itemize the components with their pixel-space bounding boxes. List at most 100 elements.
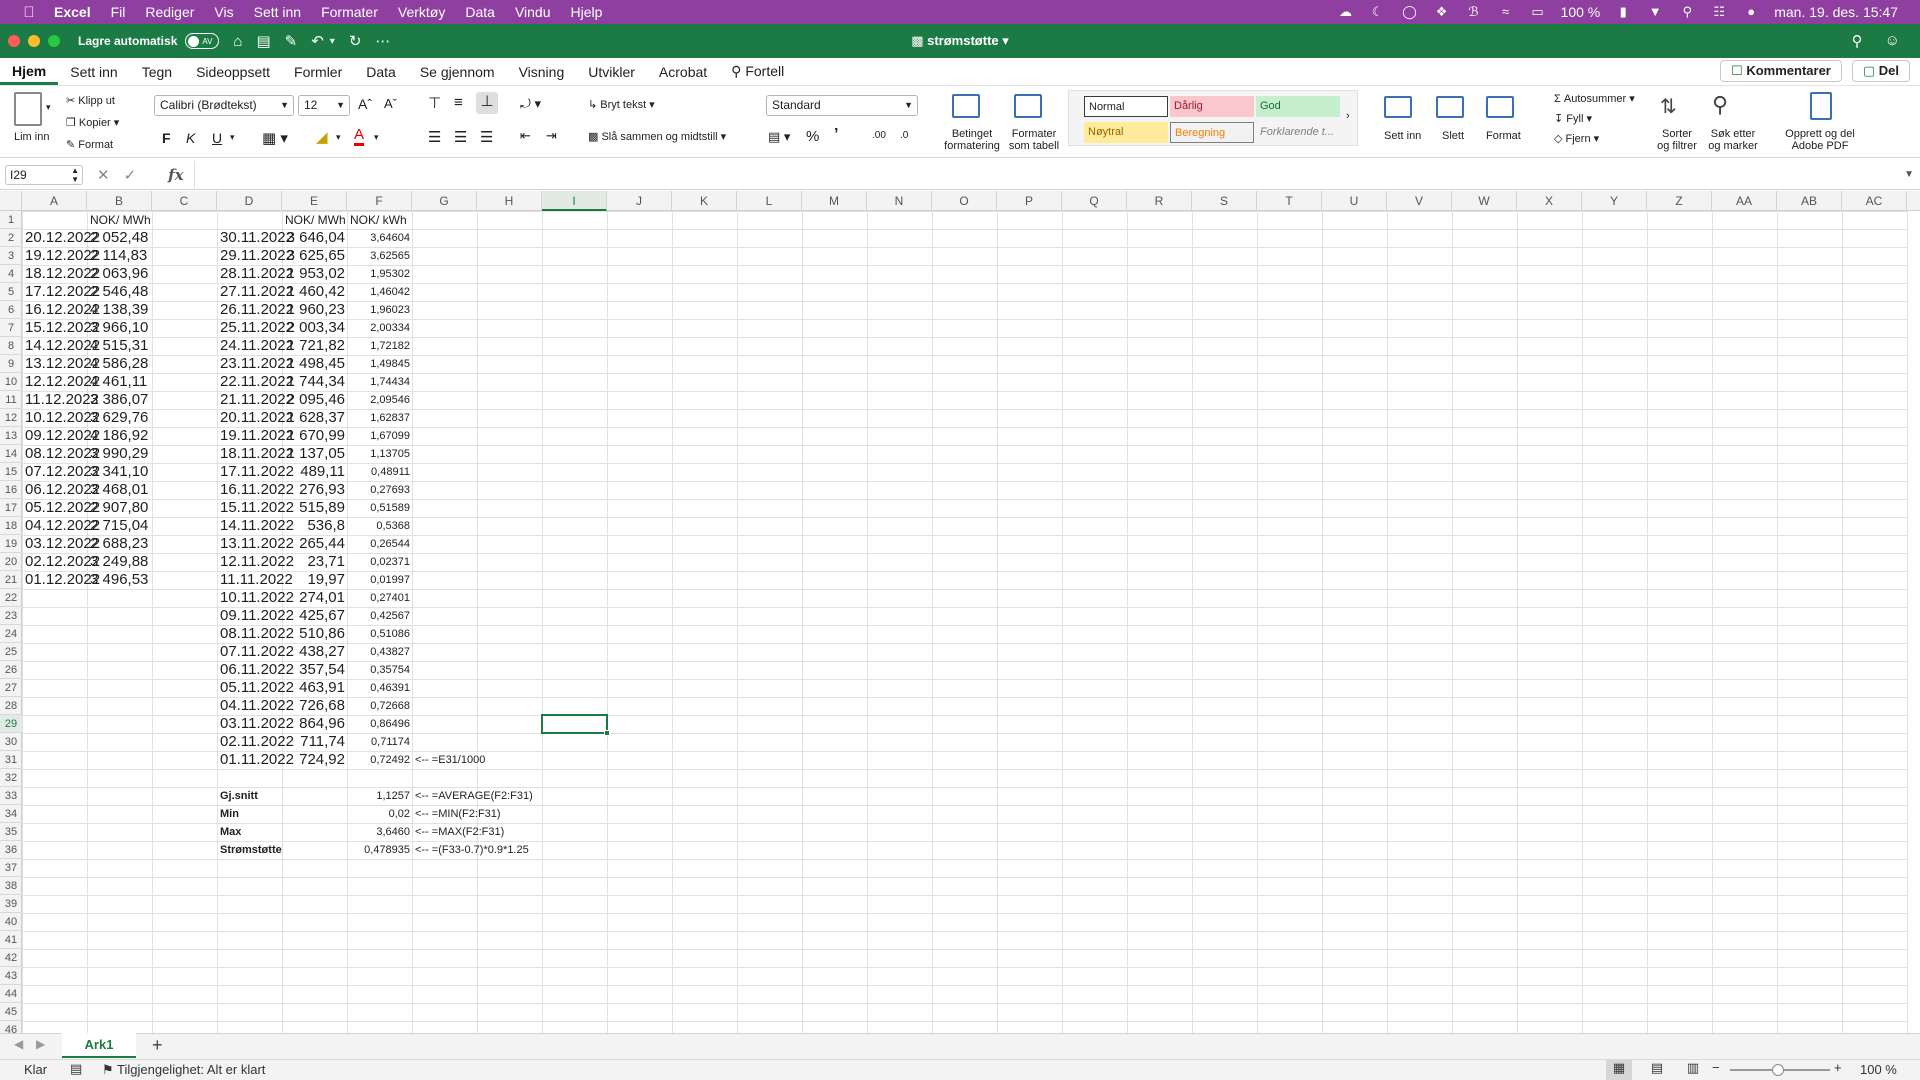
decrease-font-icon[interactable]: Aˇ (384, 96, 397, 111)
autosum-button[interactable]: Σ Autosummer ▾ (1554, 92, 1635, 105)
adobe-pdf-button[interactable]: Opprett og del Adobe PDF (1778, 128, 1862, 152)
prev-sheet-icon[interactable]: ◀ (14, 1037, 23, 1051)
column-header-l[interactable]: L (737, 191, 802, 211)
column-header-h[interactable]: H (477, 191, 542, 211)
kwh-cell[interactable]: 0,51086 (347, 625, 410, 643)
increase-decimal-icon[interactable]: .00 (872, 130, 886, 141)
accounting-format-icon[interactable]: ▤ ▾ (768, 129, 790, 145)
dropbox-icon[interactable]: ❖ (1433, 5, 1451, 19)
selected-cell-i29[interactable] (541, 714, 610, 736)
price-cell[interactable]: 1 744,34 (282, 373, 345, 391)
row-header-7[interactable]: 7 (0, 319, 22, 337)
row-header-26[interactable]: 26 (0, 661, 22, 679)
date-cell[interactable]: 02.12.2022 (25, 553, 100, 571)
column-header-e[interactable]: E (282, 191, 347, 211)
kwh-cell[interactable]: 0,27401 (347, 589, 410, 607)
bluetooth-icon[interactable]: ℬ (1465, 5, 1483, 19)
price-cell[interactable]: 724,92 (282, 751, 345, 769)
add-sheet-button[interactable]: + (152, 1035, 163, 1056)
row-header-8[interactable]: 8 (0, 337, 22, 355)
column-header-s[interactable]: S (1192, 191, 1257, 211)
row-header-25[interactable]: 25 (0, 643, 22, 661)
copy-button[interactable]: ❐ Kopier ▾ (66, 116, 119, 129)
style-calculation[interactable]: Beregning (1170, 122, 1254, 143)
style-explanatory[interactable]: Forklarende t... (1256, 122, 1340, 143)
search-icon[interactable]: ⚲ (1678, 5, 1696, 19)
search-icon[interactable]: ⚲ (1852, 32, 1863, 50)
conditional-formatting-icon[interactable] (952, 94, 980, 118)
price-cell[interactable]: 2 095,46 (282, 391, 345, 409)
align-left-icon[interactable]: ☰ (428, 128, 441, 146)
price-cell[interactable]: 3 249,88 (90, 553, 148, 571)
fill-color-icon[interactable]: ◢ (316, 128, 328, 146)
column-header-aa[interactable]: AA (1712, 191, 1777, 211)
price-cell[interactable]: 1 670,99 (282, 427, 345, 445)
price-cell[interactable]: 711,74 (282, 733, 345, 751)
price-cell[interactable]: 2 063,96 (90, 265, 148, 283)
kwh-cell[interactable]: 0,26544 (347, 535, 410, 553)
row-header-12[interactable]: 12 (0, 409, 22, 427)
kwh-cell[interactable]: 0,02371 (347, 553, 410, 571)
summary-label-cell[interactable]: Max (220, 823, 241, 841)
summary-value-cell[interactable]: 1,1257 (347, 787, 410, 805)
conditional-formatting-button[interactable]: Betinget formatering (942, 128, 1002, 152)
format-as-table-icon[interactable] (1014, 94, 1042, 118)
column-header-r[interactable]: R (1127, 191, 1192, 211)
column-header-z[interactable]: Z (1647, 191, 1712, 211)
price-cell[interactable]: 3 629,76 (90, 409, 148, 427)
row-header-3[interactable]: 3 (0, 247, 22, 265)
menubar-clock[interactable]: man. 19. des. 15:47 (1774, 4, 1898, 20)
date-cell[interactable]: 09.12.2022 (25, 427, 100, 445)
row-header-27[interactable]: 27 (0, 679, 22, 697)
kwh-cell[interactable]: 0,27693 (347, 481, 410, 499)
row-header-46[interactable]: 46 (0, 1021, 22, 1033)
accessibility-status[interactable]: ⚑ Tilgjengelighet: Alt er klart (102, 1062, 265, 1078)
date-cell[interactable]: 14.12.2022 (25, 337, 100, 355)
price-cell[interactable]: 1 460,42 (282, 283, 345, 301)
kwh-cell[interactable]: 1,67099 (347, 427, 410, 445)
tab-view[interactable]: Visning (507, 64, 577, 85)
number-format-select[interactable]: Standard ▼ (766, 95, 918, 116)
find-select-icon[interactable]: ⚲ (1712, 92, 1728, 118)
price-cell[interactable]: 2 114,83 (90, 247, 147, 265)
price-cell[interactable]: 864,96 (282, 715, 345, 733)
increase-indent-icon[interactable]: ⇥ (546, 128, 557, 144)
menu-insert[interactable]: Sett inn (254, 4, 301, 20)
kwh-cell[interactable]: 1,13705 (347, 445, 410, 463)
expand-formula-icon[interactable]: ▼ (1904, 169, 1914, 180)
battery-icon[interactable]: ▮ (1614, 5, 1632, 19)
column-header-d[interactable]: D (217, 191, 282, 211)
menu-window[interactable]: Vindu (515, 4, 551, 20)
underline-button[interactable]: U (212, 130, 222, 146)
menu-format[interactable]: Formater (321, 4, 378, 20)
row-header-13[interactable]: 13 (0, 427, 22, 445)
kwh-cell[interactable]: 1,96023 (347, 301, 410, 319)
date-cell[interactable]: 13.12.2022 (25, 355, 100, 373)
row-header-34[interactable]: 34 (0, 805, 22, 823)
siri-icon[interactable]: ● (1742, 5, 1760, 19)
align-bottom-icon[interactable]: ⊥ (476, 92, 498, 114)
menu-edit[interactable]: Rediger (145, 4, 194, 20)
minimize-window-button[interactable] (28, 35, 40, 47)
price-cell[interactable]: 1 498,45 (282, 355, 345, 373)
price-cell[interactable]: 438,27 (282, 643, 345, 661)
row-header-18[interactable]: 18 (0, 517, 22, 535)
column-header-k[interactable]: K (672, 191, 737, 211)
control-center-icon[interactable]: ☷ (1710, 5, 1728, 19)
price-cell[interactable]: 274,01 (282, 589, 345, 607)
fill-button[interactable]: ↧ Fyll ▾ (1554, 112, 1592, 125)
font-color-dropdown-icon[interactable]: ▾ (374, 132, 379, 143)
column-header-n[interactable]: N (867, 191, 932, 211)
row-header-5[interactable]: 5 (0, 283, 22, 301)
formula-note-cell[interactable]: <-- =MAX(F2:F31) (415, 823, 504, 841)
price-cell[interactable]: 2 546,48 (90, 283, 148, 301)
price-cell[interactable]: 1 953,02 (282, 265, 345, 283)
column-header-g[interactable]: G (412, 191, 477, 211)
align-right-icon[interactable]: ☰ (480, 128, 493, 146)
row-header-41[interactable]: 41 (0, 931, 22, 949)
price-cell[interactable]: 1 628,37 (282, 409, 345, 427)
price-cell[interactable]: 3 625,65 (282, 247, 345, 265)
tab-home[interactable]: Hjem (0, 63, 59, 85)
price-cell[interactable]: 3 468,01 (90, 481, 148, 499)
column-header-p[interactable]: P (997, 191, 1062, 211)
